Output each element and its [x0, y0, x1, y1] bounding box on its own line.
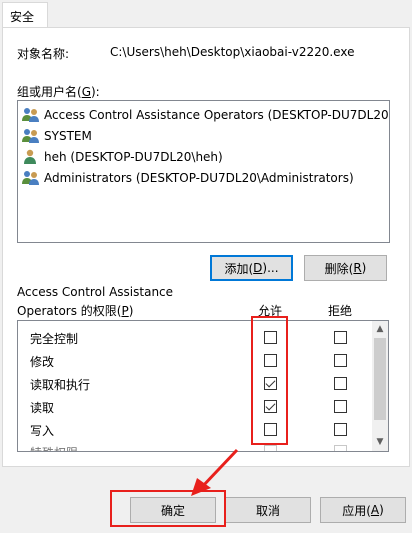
perm-row-full-control: 完全控制: [30, 332, 79, 346]
list-item-label: heh (DESKTOP-DU7DL20\heh): [44, 150, 223, 164]
add-button[interactable]: 添加(D)...: [210, 255, 293, 281]
deny-special-checkbox[interactable]: [334, 445, 347, 451]
user-icon: [22, 149, 40, 165]
group-icon: [22, 170, 40, 186]
list-item-label: SYSTEM: [44, 129, 92, 143]
deny-read-execute-checkbox[interactable]: [334, 377, 347, 390]
allow-special-checkbox[interactable]: [264, 445, 277, 451]
deny-write-checkbox[interactable]: [334, 423, 347, 436]
permissions-list[interactable]: 完全控制 修改 读取和执行 读取 写入 特殊权限: [17, 320, 389, 452]
deny-modify-checkbox[interactable]: [334, 354, 347, 367]
scroll-down-icon[interactable]: ▼: [375, 437, 385, 447]
list-item-access-control[interactable]: Access Control Assistance Operators (DES…: [22, 105, 390, 125]
deny-column-header: 拒绝: [328, 304, 353, 318]
group-icon: [22, 107, 40, 123]
scrollbar-thumb[interactable]: [374, 338, 386, 420]
groups-listbox[interactable]: Access Control Assistance Operators (DES…: [17, 100, 390, 243]
perm-row-modify: 修改: [30, 355, 55, 369]
scroll-up-icon[interactable]: ▲: [375, 324, 385, 334]
list-item-system[interactable]: SYSTEM: [22, 126, 92, 146]
permissions-header-line1: Access Control Assistance: [17, 285, 174, 299]
annotation-arrow-icon: [191, 448, 239, 496]
deny-full-control-checkbox[interactable]: [334, 331, 347, 344]
cancel-button[interactable]: 取消: [225, 497, 311, 523]
deny-read-checkbox[interactable]: [334, 400, 347, 413]
list-item-label: Access Control Assistance Operators (DES…: [44, 108, 390, 122]
list-item-administrators[interactable]: Administrators (DESKTOP-DU7DL20\Administ…: [22, 168, 354, 188]
group-icon: [22, 128, 40, 144]
perm-row-read: 读取: [30, 401, 55, 415]
perm-row-read-execute: 读取和执行: [30, 378, 91, 392]
allow-column-highlight: [251, 316, 288, 445]
list-item-heh[interactable]: heh (DESKTOP-DU7DL20\heh): [22, 147, 223, 167]
tab-security[interactable]: 安全: [2, 2, 48, 28]
apply-button[interactable]: 应用(A): [320, 497, 406, 523]
permissions-header-line2: Operators 的权限(P): [17, 304, 134, 318]
object-name-label: 对象名称:: [17, 47, 70, 61]
perm-row-special: 特殊权限: [30, 444, 78, 451]
object-name-value: C:\Users\heh\Desktop\xiaobai-v2220.exe: [110, 45, 355, 59]
remove-button[interactable]: 删除(R): [304, 255, 387, 281]
list-item-label: Administrators (DESKTOP-DU7DL20\Administ…: [44, 171, 354, 185]
perm-row-write: 写入: [30, 424, 55, 438]
groups-label: 组或用户名(G):: [17, 85, 100, 99]
